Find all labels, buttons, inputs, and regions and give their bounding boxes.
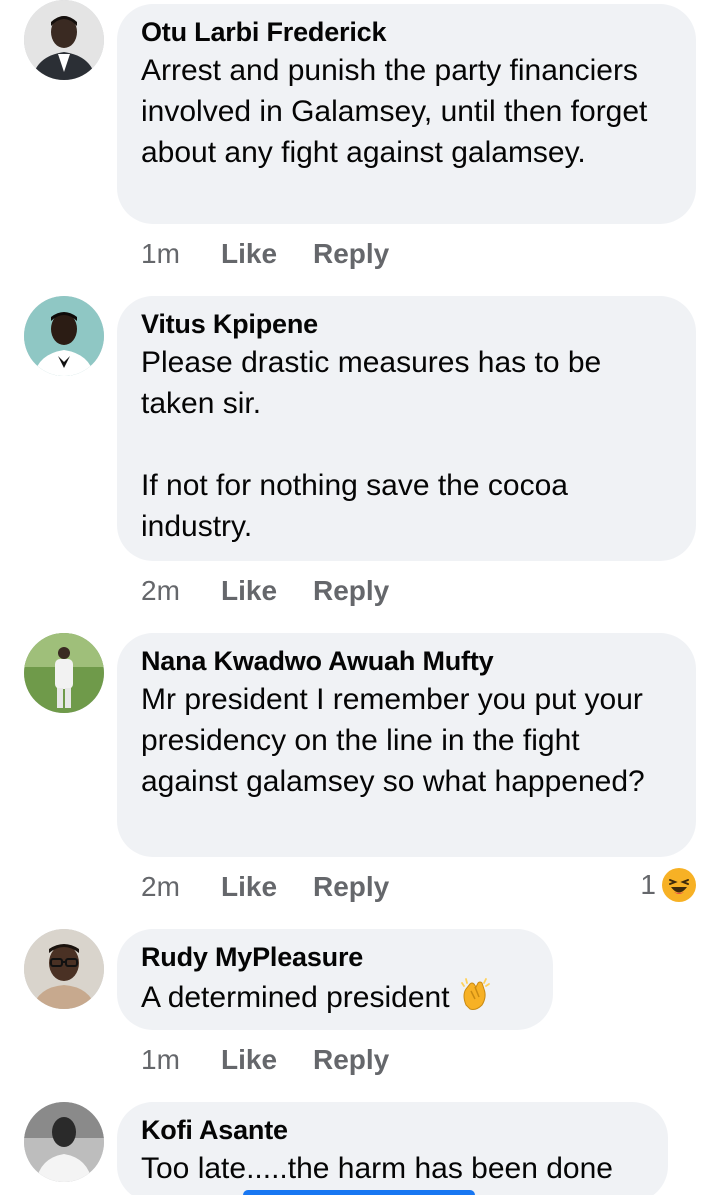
comment-text: Mr president I remember you put your pre…: [141, 683, 652, 798]
avatar[interactable]: [24, 633, 104, 713]
avatar[interactable]: [24, 0, 104, 80]
laughing-emoji-icon: [662, 868, 696, 902]
comment-actions: 1m Like Reply: [141, 234, 389, 274]
comments-feed: Otu Larbi Frederick Arrest and punish th…: [0, 0, 720, 1195]
reply-button[interactable]: Reply: [313, 238, 389, 270]
comment-text: A determined president: [141, 975, 529, 1018]
reply-button[interactable]: Reply: [313, 575, 389, 607]
reaction-summary[interactable]: 1: [640, 865, 696, 905]
comment-author[interactable]: Nana Kwadwo Awuah Mufty: [141, 643, 672, 679]
comment-time[interactable]: 2m: [141, 871, 221, 903]
comment-text: Arrest and punish the party financiers i…: [141, 54, 656, 169]
like-button[interactable]: Like: [221, 1044, 313, 1076]
comment-bubble: Kofi Asante Too late.....the harm has be…: [117, 1102, 668, 1195]
comment-bubble: Otu Larbi Frederick Arrest and punish th…: [117, 4, 696, 224]
comment-author[interactable]: Otu Larbi Frederick: [141, 14, 672, 50]
like-button[interactable]: Like: [221, 575, 313, 607]
reply-button[interactable]: Reply: [313, 871, 389, 903]
avatar[interactable]: [24, 929, 104, 1009]
comment-composer-edge[interactable]: [243, 1190, 475, 1195]
comment-actions: 2m Like Reply: [141, 867, 389, 907]
comment-bubble: Vitus Kpipene Please drastic measures ha…: [117, 296, 696, 561]
avatar[interactable]: [24, 1102, 104, 1182]
comment-author[interactable]: Rudy MyPleasure: [141, 939, 529, 975]
avatar[interactable]: [24, 296, 104, 376]
comment-actions: 2m Like Reply: [141, 571, 389, 611]
like-button[interactable]: Like: [221, 871, 313, 903]
comment-time[interactable]: 1m: [141, 1044, 221, 1076]
reply-button[interactable]: Reply: [313, 1044, 389, 1076]
comment-text-content: A determined president: [141, 981, 450, 1014]
comment-time[interactable]: 2m: [141, 575, 221, 607]
comment-text: Too late.....the harm has been done: [141, 1152, 613, 1185]
comment-bubble: Nana Kwadwo Awuah Mufty Mr president I r…: [117, 633, 696, 857]
comment-text: Please drastic measures has to be taken …: [141, 346, 602, 543]
clapping-hands-icon: [456, 975, 494, 1013]
comment-author[interactable]: Vitus Kpipene: [141, 306, 672, 342]
comment-actions: 1m Like Reply: [141, 1040, 389, 1080]
comment-time[interactable]: 1m: [141, 238, 221, 270]
reaction-count: 1: [640, 869, 656, 900]
comment-bubble: Rudy MyPleasure A determined president: [117, 929, 553, 1030]
like-button[interactable]: Like: [221, 238, 313, 270]
comment-author[interactable]: Kofi Asante: [141, 1112, 644, 1148]
